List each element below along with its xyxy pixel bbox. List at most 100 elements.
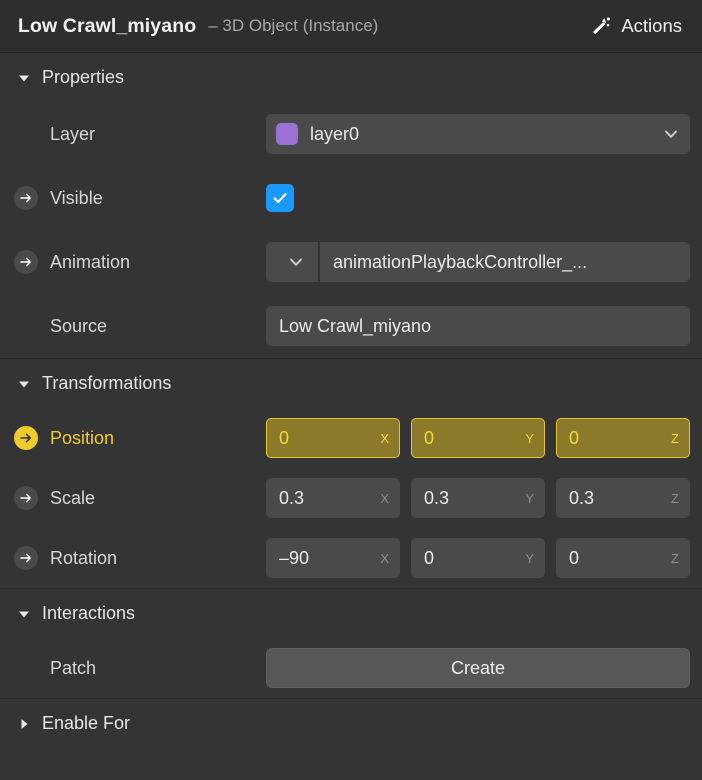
section-enable-for: Enable For bbox=[0, 698, 702, 748]
row-scale: Scale 0.3 X 0.3 Y 0.3 Z bbox=[0, 468, 702, 528]
axis-label-z: Z bbox=[671, 550, 679, 566]
row-layer: Layer layer0 bbox=[0, 102, 702, 166]
page-title: Low Crawl_miyano bbox=[18, 14, 197, 37]
row-label-wrap-patch: Patch bbox=[14, 658, 266, 679]
triangle-down-icon bbox=[16, 376, 32, 392]
rotation-x-value: –90 bbox=[279, 547, 310, 568]
axis-label-x: X bbox=[380, 490, 389, 506]
row-position: Position 0 X 0 Y 0 Z bbox=[0, 408, 702, 468]
row-label-wrap-animation: Animation bbox=[14, 250, 266, 274]
source-value: Low Crawl_miyano bbox=[279, 315, 432, 336]
controls-position: 0 X 0 Y 0 Z bbox=[266, 418, 690, 458]
scale-vector: 0.3 X 0.3 Y 0.3 Z bbox=[266, 478, 690, 518]
magic-wand-icon bbox=[590, 15, 612, 37]
controls-animation: animationPlaybackController_... bbox=[266, 242, 690, 282]
rotation-y-value: 0 bbox=[424, 547, 435, 568]
section-title-enable-for: Enable For bbox=[42, 713, 131, 733]
visible-checkbox[interactable] bbox=[266, 184, 294, 212]
section-transformations: Transformations Position 0 X 0 Y 0 Z Sca… bbox=[0, 358, 702, 588]
label-source: Source bbox=[50, 315, 108, 336]
layer-select[interactable]: layer0 bbox=[266, 114, 690, 154]
label-scale: Scale bbox=[50, 487, 96, 508]
animation-dropdown-button[interactable] bbox=[266, 242, 318, 282]
row-visible: Visible bbox=[0, 166, 702, 230]
label-animation: Animation bbox=[50, 251, 131, 272]
position-x-input[interactable]: 0 X bbox=[266, 418, 400, 458]
create-patch-button[interactable]: Create bbox=[266, 648, 690, 688]
triangle-right-icon bbox=[16, 716, 32, 732]
source-value-field[interactable]: Low Crawl_miyano bbox=[266, 306, 690, 346]
section-header-enable-for[interactable]: Enable For bbox=[0, 699, 702, 748]
rotation-z-input[interactable]: 0 Z bbox=[556, 538, 690, 578]
label-position: Position bbox=[50, 427, 115, 448]
chevron-down-icon bbox=[662, 125, 680, 143]
controls-rotation: –90 X 0 Y 0 Z bbox=[266, 538, 690, 578]
axis-label-y: Y bbox=[525, 430, 534, 446]
row-label-wrap-source: Source bbox=[14, 316, 266, 337]
position-z-value: 0 bbox=[569, 427, 580, 448]
position-x-value: 0 bbox=[279, 427, 290, 448]
section-title-interactions: Interactions bbox=[42, 603, 136, 623]
row-rotation: Rotation –90 X 0 Y 0 Z bbox=[0, 528, 702, 588]
section-interactions: Interactions Patch Create bbox=[0, 588, 702, 698]
rotation-y-input[interactable]: 0 Y bbox=[411, 538, 545, 578]
section-header-transformations[interactable]: Transformations bbox=[0, 359, 702, 408]
section-header-properties[interactable]: Properties bbox=[0, 53, 702, 102]
axis-label-x: X bbox=[380, 430, 389, 446]
rotation-z-value: 0 bbox=[569, 547, 580, 568]
controls-patch: Create bbox=[266, 648, 690, 688]
row-label-wrap-layer: Layer bbox=[14, 124, 266, 145]
triangle-down-icon bbox=[16, 606, 32, 622]
actions-button[interactable]: Actions bbox=[586, 12, 686, 40]
axis-label-z: Z bbox=[671, 490, 679, 506]
section-title-transformations: Transformations bbox=[42, 373, 172, 393]
triangle-down-icon bbox=[16, 70, 32, 86]
position-y-value: 0 bbox=[424, 427, 435, 448]
object-type-subtitle: – 3D Object (Instance) bbox=[208, 16, 379, 35]
scale-y-value: 0.3 bbox=[424, 487, 450, 508]
arrow-right-icon-visible[interactable] bbox=[14, 186, 38, 210]
label-rotation: Rotation bbox=[50, 547, 118, 568]
rotation-vector: –90 X 0 Y 0 Z bbox=[266, 538, 690, 578]
axis-label-y: Y bbox=[525, 490, 534, 506]
label-patch: Patch bbox=[50, 657, 97, 678]
position-z-input[interactable]: 0 Z bbox=[556, 418, 690, 458]
arrow-right-icon-position[interactable] bbox=[14, 426, 38, 450]
chevron-down-icon bbox=[287, 253, 305, 271]
label-layer: Layer bbox=[50, 123, 96, 144]
scale-x-input[interactable]: 0.3 X bbox=[266, 478, 400, 518]
row-label-wrap-rotation: Rotation bbox=[14, 546, 266, 570]
inspector-panel: Low Crawl_miyano – 3D Object (Instance) … bbox=[0, 0, 702, 780]
row-source: Source Low Crawl_miyano bbox=[0, 294, 702, 358]
animation-value-field[interactable]: animationPlaybackController_... bbox=[320, 242, 690, 282]
rotation-x-input[interactable]: –90 X bbox=[266, 538, 400, 578]
scale-z-value: 0.3 bbox=[569, 487, 595, 508]
axis-label-y: Y bbox=[525, 550, 534, 566]
axis-label-x: X bbox=[380, 550, 389, 566]
controls-source: Low Crawl_miyano bbox=[266, 306, 690, 346]
animation-value: animationPlaybackController_... bbox=[333, 251, 588, 272]
arrow-right-icon-rotation[interactable] bbox=[14, 546, 38, 570]
layer-value: layer0 bbox=[310, 123, 360, 144]
section-properties: Properties Layer layer0 Visible Animatio… bbox=[0, 53, 702, 358]
arrow-right-icon-animation[interactable] bbox=[14, 250, 38, 274]
row-animation: Animation animationPlaybackController_..… bbox=[0, 230, 702, 294]
position-vector: 0 X 0 Y 0 Z bbox=[266, 418, 690, 458]
scale-y-input[interactable]: 0.3 Y bbox=[411, 478, 545, 518]
controls-layer: layer0 bbox=[266, 114, 690, 154]
label-visible: Visible bbox=[50, 187, 103, 208]
row-label-wrap-scale: Scale bbox=[14, 486, 266, 510]
arrow-right-icon-scale[interactable] bbox=[14, 486, 38, 510]
scale-z-input[interactable]: 0.3 Z bbox=[556, 478, 690, 518]
actions-label: Actions bbox=[621, 15, 682, 36]
row-patch: Patch Create bbox=[0, 638, 702, 698]
layer-color-swatch bbox=[276, 123, 298, 145]
scale-x-value: 0.3 bbox=[279, 487, 305, 508]
section-title-properties: Properties bbox=[42, 67, 125, 87]
section-header-interactions[interactable]: Interactions bbox=[0, 589, 702, 638]
titlebar: Low Crawl_miyano – 3D Object (Instance) … bbox=[0, 0, 702, 53]
controls-visible bbox=[266, 184, 690, 212]
axis-label-z: Z bbox=[671, 430, 679, 446]
position-y-input[interactable]: 0 Y bbox=[411, 418, 545, 458]
row-label-wrap-position: Position bbox=[14, 426, 266, 450]
